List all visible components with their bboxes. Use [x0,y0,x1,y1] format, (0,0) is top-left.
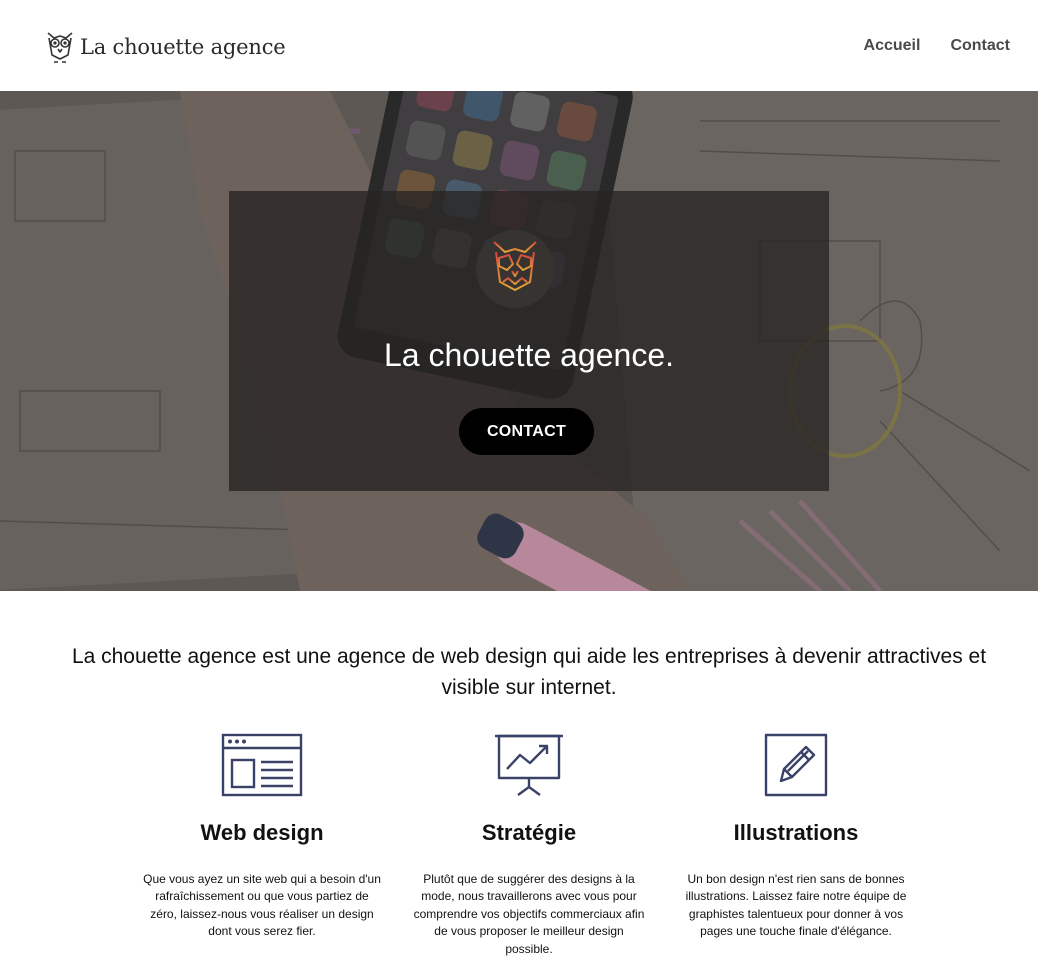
service-illustrations: Illustrations Un bon design n'est rien s… [676,733,916,941]
hero-section: La chouette agence. CONTACT [0,91,1038,591]
contact-button[interactable]: CONTACT [459,408,594,455]
service-title: Stratégie [481,820,577,845]
service-strategie: Stratégie Plutôt que de suggérer des des… [409,733,649,957]
web-browser-icon [221,733,303,797]
service-web-design: Web design Que vous ayez un site web qui… [142,733,382,941]
presentation-chart-icon [495,734,563,796]
pencil-icon [764,733,828,797]
service-title: Web design [200,820,324,845]
service-title: Illustrations [733,820,859,845]
main-nav: Accueil Contact [834,37,1010,55]
owl-icon [476,230,554,308]
owl-logo-icon [47,32,73,63]
hero-title: La chouette agence. [383,337,674,373]
site-header: La chouette agence Accueil Contact [0,0,1038,91]
service-description: Que vous ayez un site web qui a besoin d… [143,872,381,939]
nav-link-accueil[interactable]: Accueil [864,37,921,55]
service-description: Un bon design n'est rien sans de bonnes … [685,872,907,939]
intro-text: La chouette agence est une agence de web… [71,645,987,699]
nav-link-contact[interactable]: Contact [950,37,1010,55]
logo[interactable]: La chouette agence [44,28,286,66]
service-description: Plutôt que de suggérer des designs à la … [413,872,645,956]
logo-text: La chouette agence [80,35,286,59]
